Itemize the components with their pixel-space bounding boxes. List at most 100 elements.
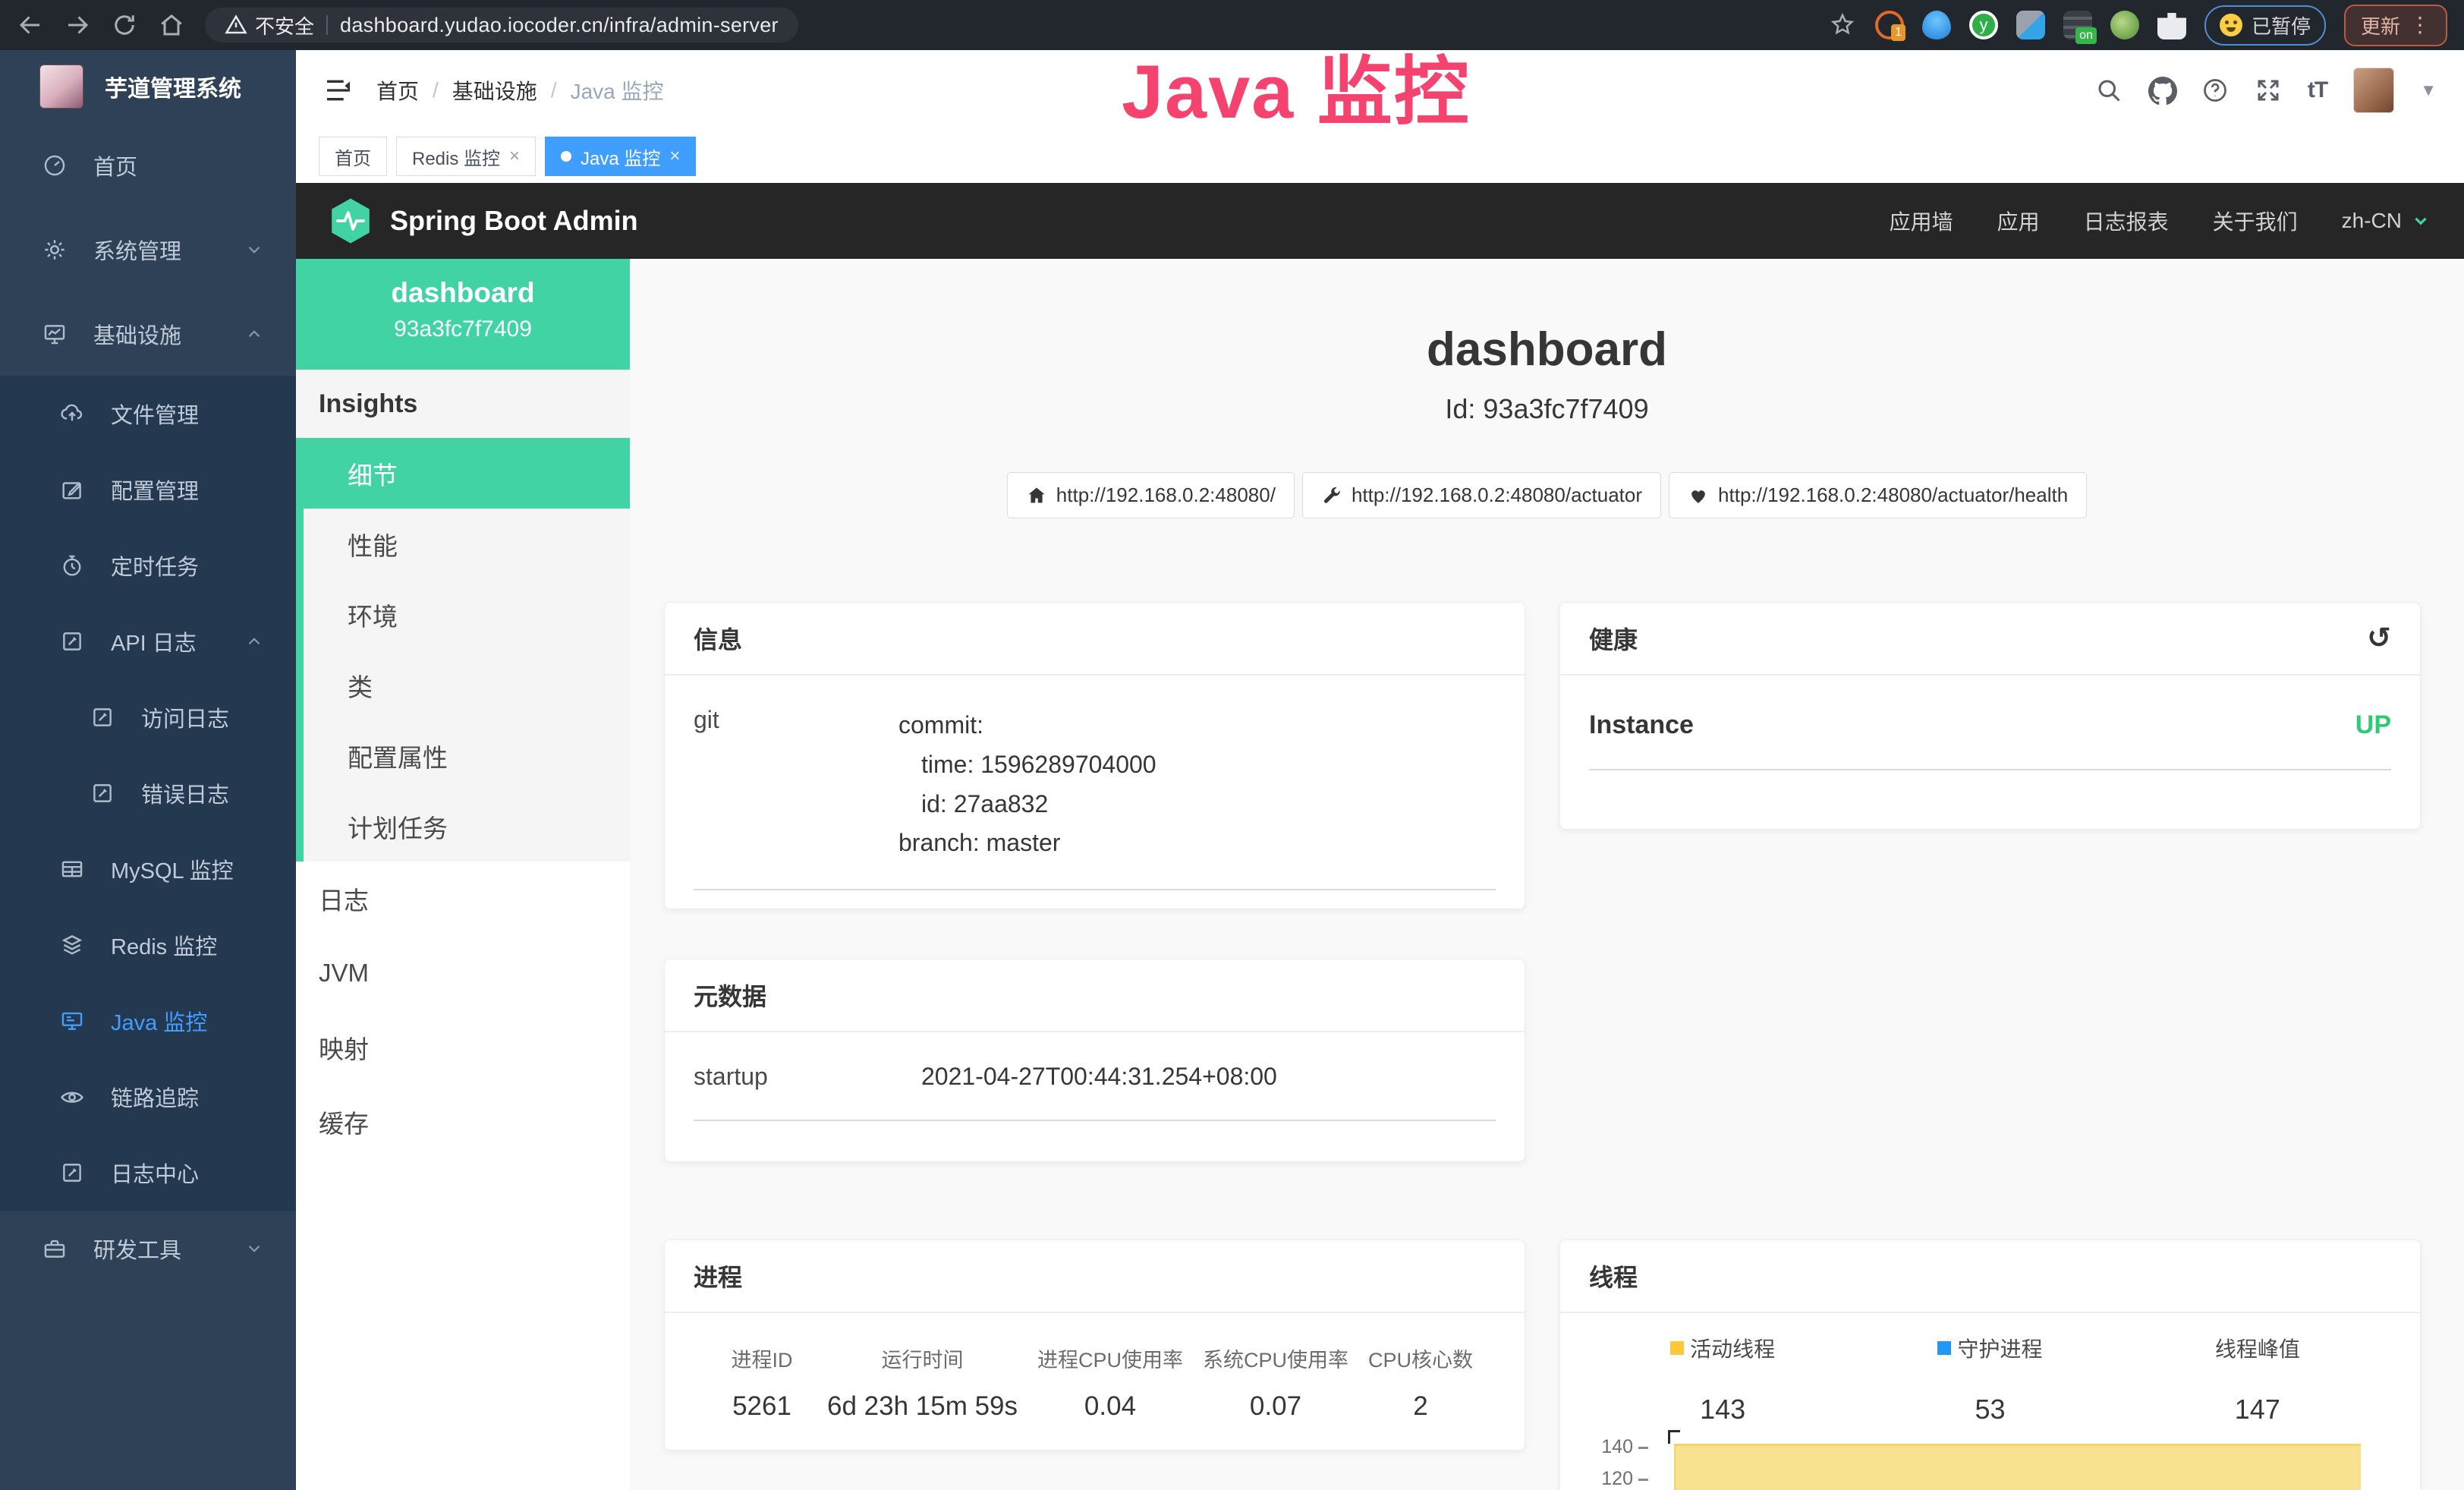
- sba-menu-configprops[interactable]: 配置属性: [304, 720, 630, 791]
- app-logo-row[interactable]: 芋道管理系统: [0, 50, 296, 123]
- sidebar-item-error-log[interactable]: 错误日志: [0, 755, 296, 831]
- tab-java-monitor[interactable]: Java 监控 ×: [545, 137, 696, 176]
- sidebar-item-devtools[interactable]: 研发工具: [0, 1211, 296, 1287]
- sba-nav-about[interactable]: 关于我们: [2213, 206, 2298, 236]
- url-text[interactable]: dashboard.yudao.iocoder.cn/infra/admin-s…: [340, 14, 779, 37]
- metadata-value: 2021-04-27T00:44:31.254+08:00: [921, 1063, 1496, 1091]
- browser-back-icon[interactable]: [17, 11, 44, 39]
- sba-brand[interactable]: Spring Boot Admin: [329, 197, 638, 244]
- sba-nav-wallboard[interactable]: 应用墙: [1890, 206, 1953, 236]
- service-url: http://192.168.0.2:48080/: [1056, 484, 1276, 507]
- main-content: dashboard Id: 93a3fc7f7409 http://192.16…: [630, 259, 2464, 1490]
- user-avatar[interactable]: [2353, 68, 2394, 113]
- sidebar-item-config[interactable]: 配置管理: [0, 452, 296, 528]
- tab-close-icon[interactable]: ×: [669, 146, 680, 167]
- page-annotation: Java 监控: [1122, 30, 1471, 140]
- profile-paused-badge[interactable]: 已暂停: [2204, 5, 2326, 46]
- extension-icon-leaf[interactable]: [2110, 11, 2139, 39]
- process-uptime: 运行时间 6d 23h 15m 59s: [827, 1344, 1018, 1422]
- sba-root-menu: 日志 JVM 映射 缓存: [296, 862, 630, 1159]
- extension-icon-puzzle[interactable]: [2157, 11, 2186, 39]
- sba-menu-scheduledtasks[interactable]: 计划任务: [304, 791, 630, 862]
- legend-peak-label: 线程峰值: [2215, 1333, 2300, 1363]
- sba-language-select[interactable]: zh-CN: [2342, 209, 2431, 233]
- java-monitor-icon: [59, 1008, 85, 1034]
- health-instance-label: Instance: [1589, 710, 1694, 740]
- status-badge-up: UP: [2355, 710, 2391, 740]
- sidebar-item-jobs[interactable]: 定时任务: [0, 528, 296, 603]
- sidebar-item-label: 链路追踪: [111, 1081, 199, 1113]
- extension-icon-grid[interactable]: [2016, 11, 2045, 39]
- sidebar-item-mysql[interactable]: MySQL 监控: [0, 831, 296, 907]
- github-icon[interactable]: [2148, 77, 2176, 104]
- sba-nav-journal[interactable]: 日志报表: [2084, 206, 2169, 236]
- breadcrumb-infra[interactable]: 基础设施: [452, 75, 537, 106]
- actuator-url-button[interactable]: http://192.168.0.2:48080/actuator: [1302, 472, 1661, 518]
- extension-icon-1[interactable]: 1: [1875, 11, 1904, 39]
- sidebar-item-infra[interactable]: 基础设施: [0, 291, 296, 376]
- user-menu-caret-icon[interactable]: ▼: [2420, 80, 2437, 100]
- sidebar-fold-icon[interactable]: [323, 75, 354, 106]
- extension-icon-green[interactable]: y: [1969, 11, 1998, 39]
- browser-update-button[interactable]: 更新 ⋮: [2344, 5, 2447, 46]
- fullscreen-icon[interactable]: [2255, 77, 2282, 104]
- search-icon[interactable]: [2095, 77, 2123, 104]
- sba-menu-mappings[interactable]: 映射: [296, 1010, 630, 1085]
- instance-name: dashboard: [296, 277, 630, 309]
- cpu-cores: CPU核心数 2: [1368, 1344, 1473, 1422]
- sidebar-item-log-center[interactable]: 日志中心: [0, 1135, 296, 1211]
- chevron-up-icon: [244, 324, 264, 344]
- sba-menu-environment[interactable]: 环境: [304, 579, 630, 650]
- sba-menu-details[interactable]: 细节: [304, 438, 630, 509]
- address-bar[interactable]: 不安全 dashboard.yudao.iocoder.cn/infra/adm…: [205, 8, 798, 43]
- sba-nav-applications[interactable]: 应用: [1997, 206, 2040, 236]
- legend-swatch-live: [1670, 1341, 1684, 1355]
- help-icon[interactable]: [2201, 77, 2229, 104]
- sidebar-item-redis[interactable]: Redis 监控: [0, 907, 296, 983]
- sidebar-item-label: Redis 监控: [111, 929, 217, 961]
- sidebar-item-java[interactable]: Java 监控: [0, 983, 296, 1059]
- tab-home[interactable]: 首页: [319, 137, 387, 176]
- sba-menu-metrics[interactable]: 性能: [304, 509, 630, 579]
- sidebar-item-api-log[interactable]: API 日志: [0, 603, 296, 679]
- sidebar-item-tracing[interactable]: 链路追踪: [0, 1059, 296, 1135]
- sba-menu-logfile[interactable]: 日志: [296, 862, 630, 936]
- security-warning-icon[interactable]: 不安全: [225, 11, 314, 39]
- sidebar-item-access-log[interactable]: 访问日志: [0, 679, 296, 755]
- row-divider: [1589, 769, 2391, 770]
- browser-home-icon[interactable]: [158, 11, 185, 39]
- sidebar-item-system[interactable]: 系统管理: [0, 207, 296, 291]
- extension-icon-stack[interactable]: on: [2063, 11, 2092, 39]
- bookmark-star-icon[interactable]: [1830, 11, 1857, 39]
- gear-icon: [42, 237, 68, 263]
- sba-menu-jvm[interactable]: JVM: [296, 936, 630, 1010]
- browser-forward-icon[interactable]: [64, 11, 91, 39]
- breadcrumb-home[interactable]: 首页: [376, 75, 419, 106]
- sba-menu-caches[interactable]: 缓存: [296, 1085, 630, 1159]
- card-info: 信息 git commit: time: 1596289704000 id: 2…: [664, 602, 1525, 909]
- profile-avatar-emoji: [2220, 14, 2242, 36]
- service-url-button[interactable]: http://192.168.0.2:48080/: [1007, 472, 1295, 518]
- sidebar-item-label: 定时任务: [111, 550, 199, 581]
- tab-close-icon[interactable]: ×: [509, 146, 520, 167]
- sidebar-item-home[interactable]: 首页: [0, 123, 296, 207]
- instance-id: 93a3fc7f7409: [296, 317, 630, 342]
- health-url-button[interactable]: http://192.168.0.2:48080/actuator/health: [1669, 472, 2087, 518]
- instance-header[interactable]: dashboard 93a3fc7f7409: [296, 259, 630, 370]
- browser-menu-icon[interactable]: ⋮: [2409, 14, 2431, 36]
- app-title: 芋道管理系统: [105, 70, 241, 103]
- card-threads: 线程 活动线程 143 守护进程 53: [1559, 1240, 2421, 1490]
- sba-sidebar: dashboard 93a3fc7f7409 Insights 细节 性能 环境…: [296, 259, 630, 1490]
- extension-icon-pin[interactable]: [1922, 11, 1951, 39]
- browser-reload-icon[interactable]: [111, 11, 138, 39]
- sidebar-item-files[interactable]: 文件管理: [0, 376, 296, 452]
- legend-swatch-daemon: [1937, 1341, 1951, 1355]
- history-icon[interactable]: ↺: [2367, 624, 2391, 653]
- threads-legend: 活动线程 143 守护进程 53 线程峰值 147: [1589, 1333, 2391, 1425]
- log-icon: [90, 780, 115, 806]
- tab-redis-monitor[interactable]: Redis 监控 ×: [396, 137, 536, 176]
- briefcase-icon: [42, 1236, 68, 1262]
- legend-live-label: 活动线程: [1690, 1333, 1775, 1363]
- font-size-icon[interactable]: tT: [2308, 77, 2327, 103]
- sba-menu-classes[interactable]: 类: [304, 650, 630, 720]
